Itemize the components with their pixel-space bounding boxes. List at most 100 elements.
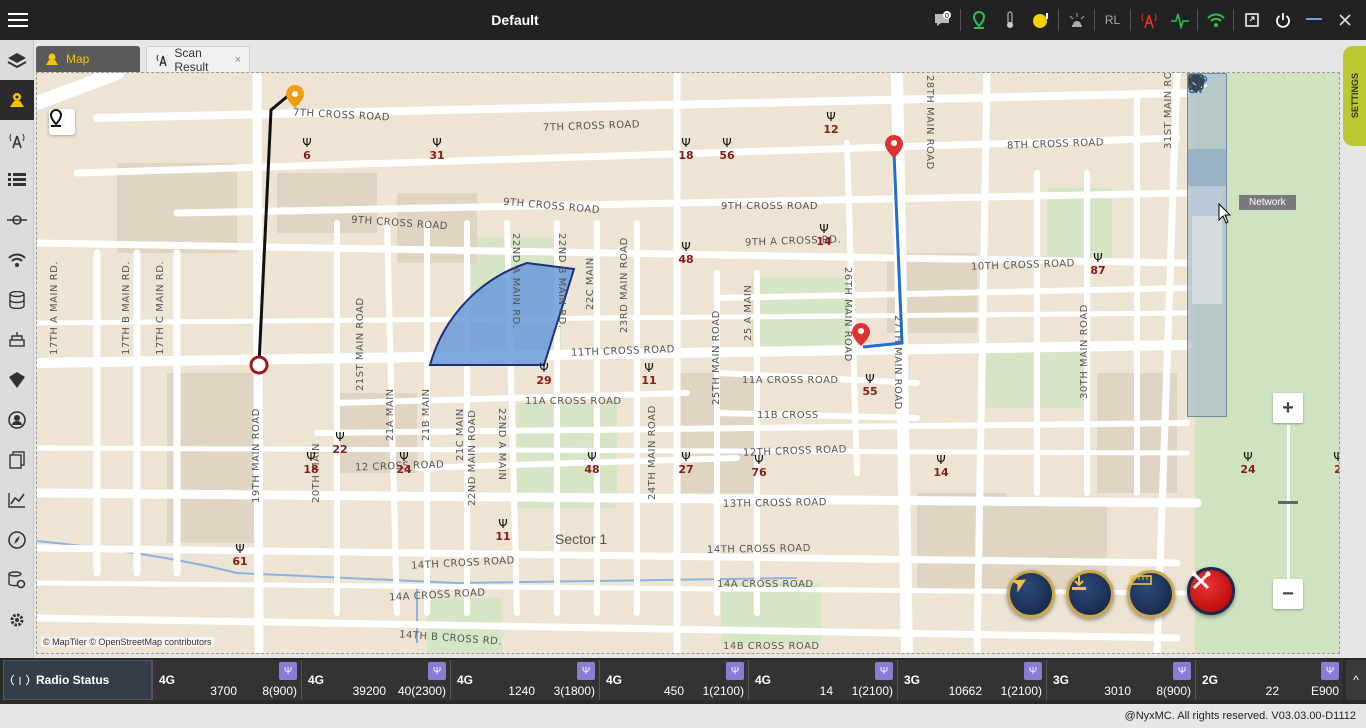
antenna-icon: Ψ (1321, 662, 1339, 680)
map-marker-icon[interactable] (1188, 75, 1226, 341)
cell-site[interactable]: Ψ 18 (671, 137, 701, 163)
tower-icon: Ψ (539, 361, 549, 375)
cell-site[interactable]: Ψ 11 (488, 518, 518, 544)
app-title: Default (491, 12, 539, 28)
tab-scan-result[interactable]: Scan Result × (146, 46, 250, 74)
cell-tower-icon[interactable] (1188, 75, 1226, 148)
zoom-in-button[interactable]: + (1273, 393, 1303, 423)
cell-site[interactable]: Ψ 29 (529, 362, 559, 388)
list-icon[interactable] (0, 160, 34, 200)
radio-cell[interactable]: 4G 450 1(2100) Ψ (599, 660, 748, 700)
radio-status-button[interactable]: Radio Status (3, 660, 152, 700)
cell-site[interactable]: Ψ 22 (325, 431, 355, 457)
cell-site[interactable]: Ψ 24 (389, 451, 419, 477)
antenna-icon: Ψ (577, 662, 595, 680)
radio-cell[interactable]: 4G 39200 40(2300) Ψ (301, 660, 450, 700)
download-button[interactable] (1066, 570, 1114, 618)
navigate-button[interactable] (1007, 570, 1055, 618)
cell-site[interactable]: Ψ 48 (671, 241, 701, 267)
cell-site[interactable]: Ψ 56 (712, 137, 742, 163)
thermometer-icon[interactable] (994, 0, 1025, 40)
road-label: 11A CROSS ROAD (525, 396, 622, 407)
zoom-out-button[interactable]: − (1273, 579, 1303, 609)
export-icon[interactable] (1236, 0, 1267, 40)
map-icon[interactable] (0, 80, 34, 120)
tower-icon: Ψ (936, 453, 946, 467)
message-icon[interactable]: 0 (927, 0, 958, 40)
road-label: 13TH CROSS ROAD (722, 497, 827, 510)
zoom-slider-handle[interactable] (1278, 501, 1298, 504)
signal-tower-icon[interactable] (1133, 0, 1164, 40)
gear-icon[interactable] (0, 600, 34, 640)
route-icon[interactable] (1188, 75, 1226, 187)
cell-site[interactable]: Ψ 87 (1083, 252, 1113, 278)
map-attribution[interactable]: © MapTiler © OpenStreetMap contributors (41, 637, 214, 647)
radio-cell[interactable]: 4G 1240 3(1800) Ψ (450, 660, 599, 700)
tools-icon (1191, 571, 1211, 590)
cell-site[interactable]: Ψ 12 (816, 111, 846, 137)
alarm-icon[interactable] (1061, 0, 1092, 40)
settings-tab[interactable]: SETTINGS (1343, 46, 1366, 146)
wifi-icon[interactable] (1200, 0, 1231, 40)
road-label: 21ST MAIN ROAD (355, 297, 366, 391)
ruler-button[interactable] (1127, 570, 1175, 618)
power-icon[interactable] (1267, 0, 1298, 40)
radio-cell[interactable]: 4G 3700 8(900) Ψ (152, 660, 301, 700)
documents-icon[interactable] (0, 440, 34, 480)
route-icon[interactable] (0, 200, 34, 240)
cell-site[interactable]: Ψ 48 (577, 451, 607, 477)
tab-map[interactable]: Map (36, 46, 140, 72)
cell-site[interactable]: Ψ 24 (1233, 451, 1263, 477)
radio-cell[interactable]: 4G 14 1(2100) Ψ (748, 660, 897, 700)
stack-icon[interactable] (0, 320, 34, 360)
map-view[interactable]: 7TH CROSS ROAD 7TH CROSS ROAD 8TH CROSS … (36, 72, 1340, 654)
road-label: 30TH MAIN ROAD (1079, 304, 1090, 399)
location-report-icon[interactable] (1188, 74, 1226, 416)
signal-icon[interactable] (1188, 76, 1226, 378)
route-point-icon[interactable] (1188, 75, 1222, 275)
tab-close-icon[interactable]: × (235, 54, 241, 66)
power-status-icon[interactable] (1025, 0, 1056, 40)
wifi-icon[interactable] (0, 240, 34, 280)
close-icon[interactable] (1329, 0, 1360, 40)
user-icon[interactable] (0, 400, 34, 440)
cell-site[interactable]: Ψ 27 (671, 451, 701, 477)
chevron-up-icon[interactable]: ^ (1346, 660, 1366, 700)
database-icon[interactable] (0, 280, 34, 320)
antenna-icon[interactable] (0, 120, 34, 160)
antenna-icon: Ψ (279, 662, 297, 680)
radio-cell[interactable]: 3G 3010 8(900) Ψ (1046, 660, 1195, 700)
cell-site[interactable]: Ψ 14 (926, 454, 956, 480)
top-toolbar: 0 RL (927, 0, 1360, 40)
cell-site[interactable]: Ψ 55 (855, 373, 885, 399)
cell-site[interactable]: Ψ 76 (744, 454, 774, 480)
radio-cell[interactable]: 2G 22 E900 Ψ (1195, 660, 1343, 700)
rl-icon[interactable]: RL (1097, 0, 1128, 40)
minimize-icon[interactable] (1298, 0, 1329, 40)
shield-icon[interactable] (0, 360, 34, 400)
cell-site[interactable]: Ψ 61 (225, 543, 255, 569)
settings-list-icon[interactable] (0, 560, 34, 600)
tower-icon: Ψ (302, 136, 312, 150)
compass-icon[interactable] (0, 520, 34, 560)
activity-icon[interactable] (1164, 0, 1195, 40)
chart-icon[interactable] (0, 480, 34, 520)
cell-site[interactable]: Ψ 14 (809, 223, 839, 249)
road-label: 11B CROSS (757, 410, 819, 421)
cell-site[interactable]: Ψ 11 (634, 362, 664, 388)
tools-button[interactable] (1187, 567, 1235, 615)
cell-site[interactable]: Ψ 31 (422, 137, 452, 163)
layers-icon[interactable] (0, 40, 34, 80)
road-label: 24TH MAIN ROAD (647, 405, 658, 500)
cell-site[interactable]: Ψ6 (292, 137, 322, 163)
settings-tab-label: SETTINGS (1349, 73, 1360, 119)
cell-site[interactable]: Ψ2 (1323, 451, 1339, 477)
map-icon (46, 53, 58, 65)
cell-site[interactable]: Ψ 18 (296, 451, 326, 477)
location-pin-icon[interactable] (963, 0, 994, 40)
wifi-icon[interactable] (1188, 74, 1222, 304)
road-label: 17TH B MAIN RD. (121, 261, 132, 355)
radio-cell[interactable]: 3G 10662 1(2100) Ψ (897, 660, 1046, 700)
tower-icon: Ψ (681, 136, 691, 150)
locate-button[interactable] (49, 109, 75, 135)
